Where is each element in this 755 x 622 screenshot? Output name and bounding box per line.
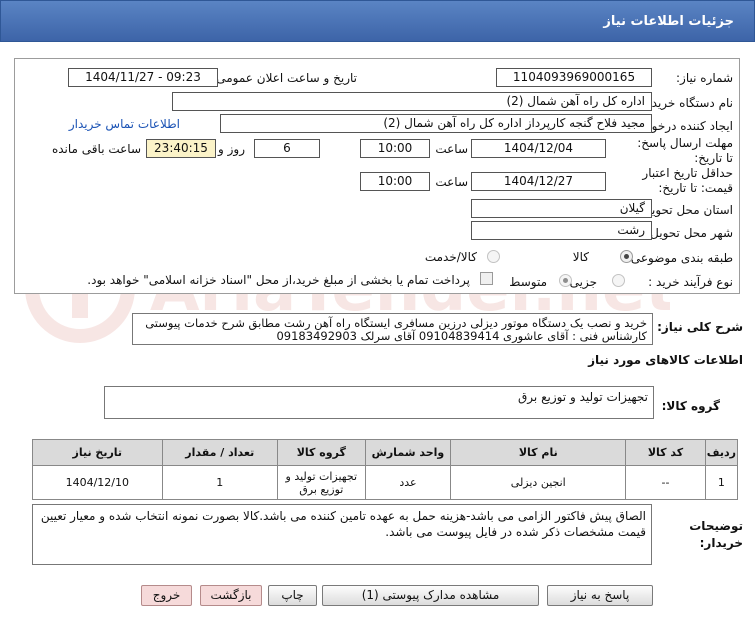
treasury-bonds-checkbox[interactable]: [480, 272, 493, 285]
remaining-time-label: ساعت باقی مانده: [51, 142, 141, 156]
col-need-date: تاریخ نیاز: [32, 439, 163, 466]
goods-table: ردیف کد کالا نام کالا واحد شمارش گروه کا…: [32, 439, 739, 500]
cell-group: تجهیزات تولید و توزیع برق: [276, 465, 366, 500]
process-minor-radio[interactable]: [612, 274, 625, 287]
deadline-label: مهلت ارسال پاسخ: تا تاریخ:: [637, 136, 733, 165]
cell-row: 1: [704, 465, 739, 500]
validity-time-label: ساعت: [435, 175, 468, 189]
col-code: کد کالا: [625, 439, 706, 466]
remaining-time-field: 23:40:15: [146, 139, 216, 158]
deadline-time-label: ساعت: [435, 142, 468, 156]
description-text: خرید و نصب یک دستگاه موتور دیزلی درزین م…: [132, 313, 653, 345]
days-remaining-field[interactable]: 6: [254, 139, 320, 158]
process-minor-label: جزیی: [569, 275, 597, 289]
announce-date-label: تاریخ و ساعت اعلان عمومی:: [212, 71, 357, 85]
cell-code: --: [625, 465, 706, 500]
back-button[interactable]: بازگشت: [200, 585, 262, 606]
exit-button[interactable]: خروج: [141, 585, 192, 606]
goods-group-field: تجهیزات تولید و توزیع برق: [104, 386, 654, 419]
buyer-notes-label: توضیحات خریدار:: [689, 519, 743, 550]
province-label: استان محل تحویل:: [638, 203, 733, 217]
buyer-org-field[interactable]: اداره کل راه آهن شمال (2): [172, 92, 652, 111]
process-medium-label: متوسط: [509, 275, 547, 289]
announce-date-field[interactable]: 1404/11/27 - 09:23: [68, 68, 218, 87]
table-row: 1 -- انجین دیزلی عدد تجهیزات تولید و توز…: [32, 465, 739, 500]
print-button[interactable]: چاپ: [268, 585, 317, 606]
days-label: روز و: [218, 142, 245, 156]
goods-group-label: گروه کالا:: [661, 399, 720, 413]
cell-need-date: 1404/12/10: [32, 465, 163, 500]
deadline-time-field[interactable]: 10:00: [360, 139, 430, 158]
process-type-label: نوع فرآیند خرید :: [648, 275, 733, 289]
goods-table-header: ردیف کد کالا نام کالا واحد شمارش گروه کا…: [32, 439, 739, 466]
process-medium-radio[interactable]: [559, 274, 572, 287]
deadline-date-field[interactable]: 1404/12/04: [471, 139, 606, 158]
validity-time-field[interactable]: 10:00: [360, 172, 430, 191]
reply-button[interactable]: پاسخ به نیاز: [547, 585, 653, 606]
page-header: جزئیات اطلاعات نیاز: [0, 0, 755, 42]
col-quantity: تعداد / مقدار: [161, 439, 278, 466]
validity-date-field[interactable]: 1404/12/27: [471, 172, 606, 191]
category-goods-service-label: کالا/خدمت: [424, 250, 477, 264]
col-name: نام کالا: [450, 439, 627, 466]
cell-quantity: 1: [161, 465, 278, 500]
category-goods-service-radio[interactable]: [487, 250, 500, 263]
city-label: شهر محل تحویل:: [646, 226, 733, 240]
description-label: شرح کلی نیاز:: [657, 320, 743, 334]
need-number-field[interactable]: 1104093969000165: [496, 68, 652, 87]
category-goods-radio[interactable]: [620, 250, 633, 263]
city-field[interactable]: رشت: [471, 221, 652, 240]
buyer-contact-link[interactable]: اطلاعات تماس خریدار: [69, 117, 180, 131]
attachments-button[interactable]: مشاهده مدارک پیوستی (1): [322, 585, 539, 606]
buyer-org-label: نام دستگاه خریدار:: [638, 96, 734, 110]
cell-name: انجین دیزلی: [450, 465, 627, 500]
col-unit: واحد شمارش: [364, 439, 452, 466]
province-field[interactable]: گیلان: [471, 199, 652, 218]
col-group: گروه کالا: [276, 439, 366, 466]
creator-field[interactable]: مجید فلاح گنجه کارپرداز اداره کل راه آهن…: [220, 114, 652, 133]
col-row: ردیف: [704, 439, 739, 466]
page-title: جزئیات اطلاعات نیاز: [603, 14, 734, 29]
buyer-notes-text: الصاق پیش فاکتور الزامی می باشد-هزینه حم…: [32, 504, 652, 565]
treasury-bonds-note: پرداخت تمام یا بخشی از مبلغ خرید،از محل …: [87, 273, 470, 287]
category-goods-label: کالا: [572, 250, 589, 264]
category-label: طبقه بندی موضوعی:: [626, 251, 733, 265]
goods-section-title: اطلاعات کالاهای مورد نیاز: [588, 353, 743, 367]
cell-unit: عدد: [364, 465, 452, 500]
validity-label: حداقل تاریخ اعتبار قیمت: تا تاریخ:: [642, 166, 733, 195]
need-number-label: شماره نیاز:: [676, 71, 733, 85]
